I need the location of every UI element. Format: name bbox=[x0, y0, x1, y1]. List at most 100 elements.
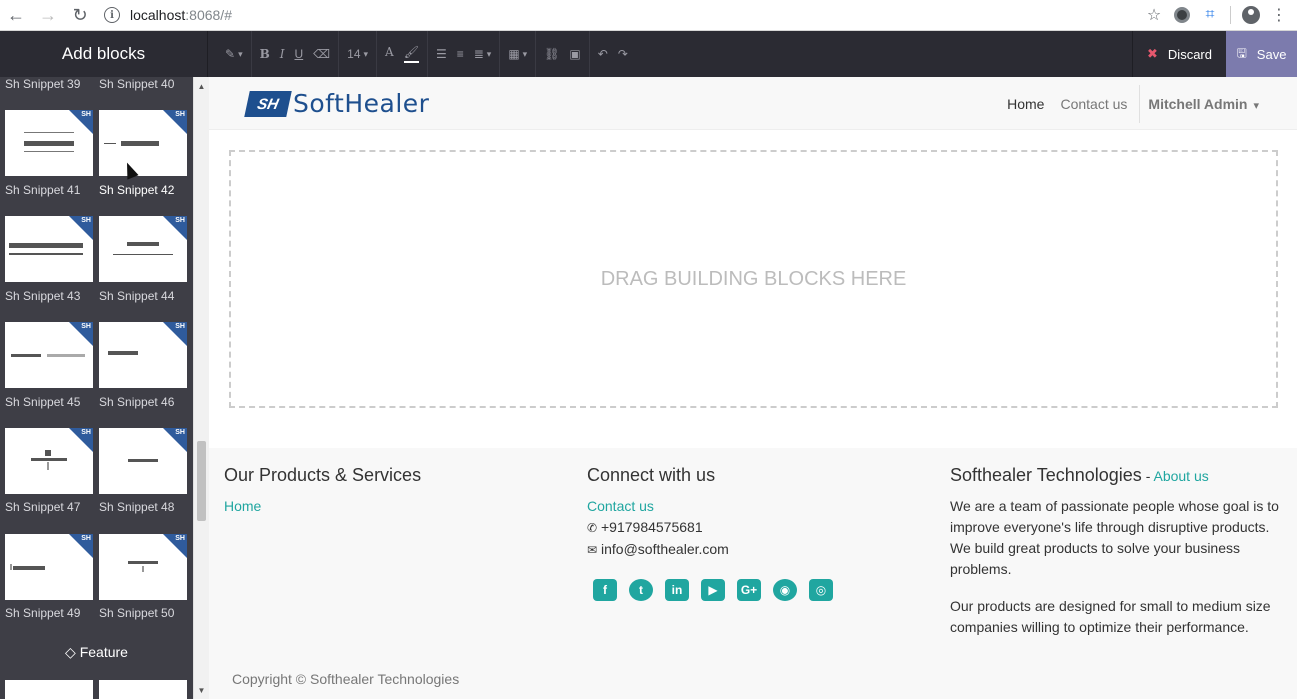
tool-separator bbox=[535, 31, 537, 77]
facebook-icon[interactable]: f bbox=[593, 579, 617, 601]
floppy-icon: 🖫 bbox=[1236, 45, 1247, 60]
font-size-dropdown[interactable]: 14 bbox=[342, 31, 373, 77]
brush-color-icon[interactable]: 🖌 bbox=[399, 31, 424, 77]
snippet-label: Sh Snippet 39 bbox=[5, 77, 81, 91]
snippet-46-thumbnail[interactable]: SH bbox=[99, 322, 187, 388]
twitter-icon[interactable]: t bbox=[629, 579, 653, 601]
discard-button[interactable]: ✖ Discard bbox=[1132, 31, 1226, 77]
back-arrow-icon[interactable]: ← bbox=[0, 0, 32, 31]
menu-home-link[interactable]: Home bbox=[999, 96, 1052, 112]
bookmark-star-icon[interactable]: ☆ bbox=[1140, 0, 1168, 31]
youtube-icon[interactable]: ▶ bbox=[701, 579, 725, 601]
sh-badge: SH bbox=[81, 323, 91, 330]
url-rest: :8068/# bbox=[185, 7, 232, 23]
copyright-text: Copyright © Softhealer Technologies bbox=[232, 671, 460, 687]
feature-thumbnail[interactable] bbox=[99, 680, 187, 699]
footer-connect-title: Connect with us bbox=[587, 465, 716, 485]
snippet-45-thumbnail[interactable]: SH bbox=[5, 322, 93, 388]
extension-icon[interactable] bbox=[1168, 0, 1196, 31]
sh-badge: SH bbox=[175, 535, 185, 542]
footer-company-title: Softhealer Technologies bbox=[950, 465, 1142, 485]
logo-text: SoftHealer bbox=[293, 89, 430, 118]
align-icon[interactable]: ≣ bbox=[469, 31, 497, 77]
menu-contact-link[interactable]: Contact us bbox=[1052, 96, 1135, 112]
scroll-up-arrow-icon[interactable]: ▲ bbox=[194, 79, 209, 93]
logo-mark: SH bbox=[244, 90, 292, 117]
tool-separator bbox=[338, 31, 340, 77]
linkedin-icon[interactable]: in bbox=[665, 579, 689, 601]
image-icon[interactable]: ▣ bbox=[564, 31, 585, 77]
site-menu: Home Contact us Mitchell Admin bbox=[999, 77, 1259, 130]
italic-icon[interactable]: I bbox=[275, 31, 290, 77]
reload-icon[interactable]: ↻ bbox=[64, 0, 96, 31]
profile-icon[interactable] bbox=[1237, 0, 1265, 31]
sh-badge: SH bbox=[81, 111, 91, 118]
scroll-thumb[interactable] bbox=[197, 441, 206, 521]
footer-phone: +917984575681 bbox=[601, 519, 703, 535]
eraser-icon[interactable]: ⌫ bbox=[308, 31, 335, 77]
snippet-44-thumbnail[interactable]: SH bbox=[99, 216, 187, 282]
table-icon[interactable]: ▦ bbox=[503, 31, 532, 77]
feature-thumbnail[interactable] bbox=[5, 680, 93, 699]
snippet-41-thumbnail[interactable]: SH bbox=[5, 110, 93, 176]
crop-extension-icon[interactable]: ⌗ bbox=[1196, 0, 1224, 31]
snippet-label: Sh Snippet 40 bbox=[99, 77, 175, 91]
close-icon: ✖ bbox=[1147, 46, 1158, 61]
snippet-50-thumbnail[interactable]: SH bbox=[99, 534, 187, 600]
snippet-label: Sh Snippet 43 bbox=[5, 289, 81, 303]
footer-about-separator: - bbox=[1141, 468, 1154, 484]
social-icons: f t in ▶ G+ ◉ ◎ bbox=[587, 579, 927, 601]
footer-email[interactable]: info@softhealer.com bbox=[601, 541, 729, 557]
address-bar[interactable]: i localhost:8068/# bbox=[104, 0, 1140, 31]
redo-icon[interactable]: ↷ bbox=[613, 31, 633, 77]
font-color-icon[interactable]: A bbox=[380, 31, 399, 77]
sidebar-scrollbar[interactable]: ▲ ▼ bbox=[193, 77, 209, 699]
bold-icon[interactable]: B bbox=[255, 31, 275, 77]
footer-home-link[interactable]: Home bbox=[224, 496, 564, 517]
site-header: SH SoftHealer Home Contact us Mitchell A… bbox=[209, 77, 1297, 130]
snippet-label: Sh Snippet 41 bbox=[5, 183, 81, 197]
snippet-43-thumbnail[interactable]: SH bbox=[5, 216, 93, 282]
softhealer-logo[interactable]: SH SoftHealer bbox=[244, 89, 430, 118]
bullet-list-icon[interactable]: ☰ bbox=[431, 31, 452, 77]
snippet-label: Sh Snippet 47 bbox=[5, 500, 81, 514]
undo-icon[interactable]: ↶ bbox=[593, 31, 613, 77]
github-icon[interactable]: ◉ bbox=[773, 579, 797, 601]
tool-separator bbox=[499, 31, 501, 77]
tool-separator bbox=[250, 31, 252, 77]
snippet-label: Sh Snippet 42 bbox=[99, 183, 175, 197]
snippet-label: Sh Snippet 44 bbox=[99, 289, 175, 303]
kebab-menu-icon[interactable]: ⋮ bbox=[1265, 0, 1293, 31]
discard-label: Discard bbox=[1167, 46, 1212, 62]
sh-badge: SH bbox=[175, 217, 185, 224]
save-label: Save bbox=[1256, 46, 1287, 62]
link-icon[interactable]: ⛓ bbox=[539, 31, 564, 77]
footer-about-link[interactable]: About us bbox=[1153, 468, 1208, 484]
snippet-label: Sh Snippet 50 bbox=[99, 606, 175, 620]
feature-category-title: ◇ Feature bbox=[0, 644, 193, 661]
site-footer: Our Products & Services Home Connect wit… bbox=[209, 448, 1297, 699]
tool-separator bbox=[426, 31, 428, 77]
tool-separator bbox=[376, 31, 378, 77]
info-icon[interactable]: i bbox=[104, 7, 120, 23]
google-plus-icon[interactable]: G+ bbox=[737, 579, 761, 601]
save-button[interactable]: 🖫 Save bbox=[1226, 31, 1297, 77]
snippet-48-thumbnail[interactable]: SH bbox=[99, 428, 187, 494]
sh-badge: SH bbox=[175, 429, 185, 436]
user-menu-dropdown[interactable]: Mitchell Admin bbox=[1140, 96, 1259, 112]
numbered-list-icon[interactable]: ≡ bbox=[452, 31, 469, 77]
forward-arrow-icon[interactable]: → bbox=[32, 0, 64, 31]
sh-badge: SH bbox=[81, 429, 91, 436]
snippet-label: Sh Snippet 45 bbox=[5, 395, 81, 409]
footer-contact-link[interactable]: Contact us bbox=[587, 496, 927, 517]
snippet-47-thumbnail[interactable]: SH bbox=[5, 428, 93, 494]
instagram-icon[interactable]: ◎ bbox=[809, 579, 833, 601]
drop-zone[interactable]: DRAG BUILDING BLOCKS HERE bbox=[229, 150, 1278, 408]
scroll-down-arrow-icon[interactable]: ▼ bbox=[194, 683, 209, 697]
underline-icon[interactable]: U bbox=[290, 31, 309, 77]
footer-about-paragraph-1: We are a team of passionate people whose… bbox=[950, 498, 1279, 577]
magic-wand-icon[interactable]: ✎ bbox=[220, 31, 248, 77]
snippet-49-thumbnail[interactable]: SH bbox=[5, 534, 93, 600]
snippet-42-thumbnail[interactable]: SH bbox=[99, 110, 187, 176]
footer-products-column: Our Products & Services Home bbox=[224, 465, 564, 517]
